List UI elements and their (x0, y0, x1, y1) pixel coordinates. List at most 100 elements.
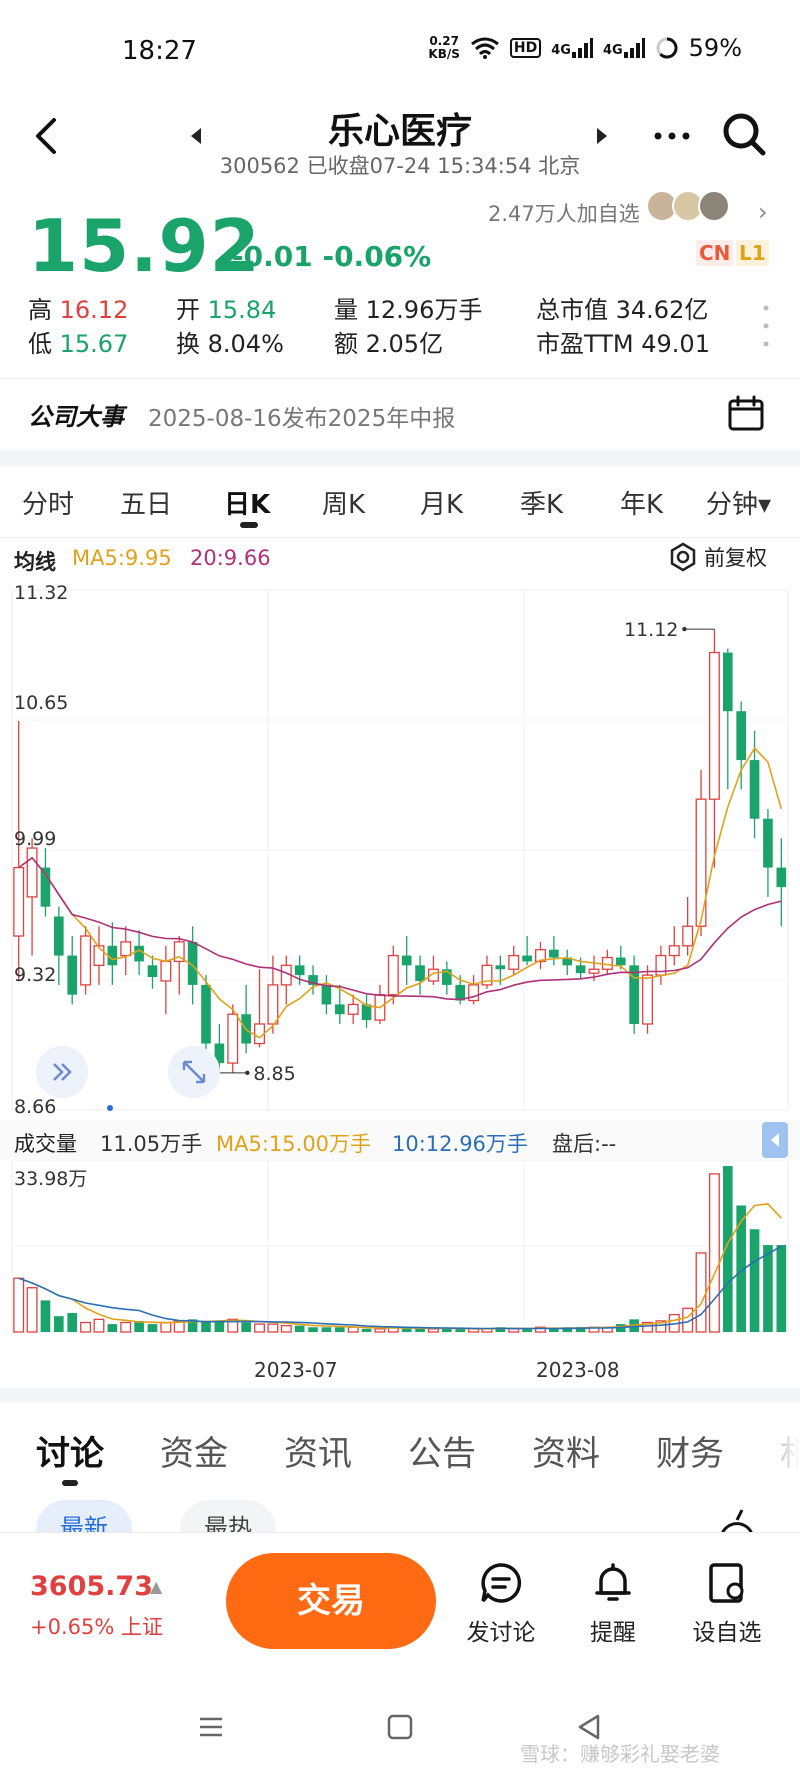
tab-five-day[interactable]: 五日 (120, 484, 172, 521)
candle (26, 847, 38, 898)
stat-high: 高 16.12 (28, 296, 129, 324)
tab-discussion[interactable]: 讨论 (36, 1426, 104, 1475)
y-tick-label: 9.99 (14, 828, 57, 850)
stat-amount: 额 2.05亿 (334, 330, 444, 358)
volume-bar (93, 1318, 105, 1333)
collapse-button[interactable] (36, 1046, 88, 1098)
watchlist-icon (709, 1563, 744, 1603)
expand-button[interactable] (168, 1046, 220, 1098)
low-marker-dot (245, 1070, 250, 1076)
candle (708, 651, 720, 800)
volume-bar (361, 1328, 372, 1332)
more-vertical-icon[interactable] (762, 302, 770, 350)
tab-funds[interactable]: 资金 (160, 1426, 228, 1475)
followers-count[interactable]: 2.47万人加自选 (488, 198, 640, 228)
alert-button[interactable]: 提醒 (568, 1561, 658, 1647)
volume-bar (415, 1328, 425, 1332)
tab-weekly-k[interactable]: 周K (322, 484, 365, 521)
candle (294, 965, 305, 976)
current-price: 15.92 (28, 204, 261, 288)
tab-daily-k[interactable]: 日K (224, 484, 270, 521)
tab-financials[interactable]: 财务 (656, 1426, 724, 1475)
volume-bar (120, 1321, 132, 1333)
candle (549, 949, 559, 958)
battery-level: 59% (688, 34, 742, 62)
stat-pe: 市盈TTM 49.01 (536, 330, 710, 358)
event-dot (107, 1105, 113, 1111)
ma20-line (18, 856, 782, 1001)
sort-icon[interactable] (712, 1500, 762, 1536)
kline-chart-area[interactable]: 11.12 8.85 (0, 580, 800, 1400)
volume-bar (40, 1300, 51, 1332)
candle (642, 974, 653, 1025)
kline-chart[interactable]: 11.12 8.85 (0, 580, 800, 1400)
volume-bar (214, 1320, 225, 1332)
tab-minute[interactable]: 分钟▾ (706, 484, 771, 521)
candle (401, 955, 412, 966)
chevron-right-icon[interactable]: › (758, 198, 768, 226)
content-tabs: 讨论 资金 资讯 公告 资料 财务 相 (0, 1402, 800, 1492)
candle (588, 968, 600, 974)
candle (67, 955, 78, 995)
adjust-toggle[interactable]: 前复权 (668, 542, 767, 572)
system-nav-bar: 雪球：赚够彩礼娶老婆 (0, 1690, 800, 1778)
candle (776, 867, 787, 888)
stat-volume: 量 12.96万手 (334, 296, 483, 324)
volume-max-label: 33.98万 (14, 1168, 88, 1190)
more-icon[interactable] (650, 116, 694, 156)
follower-avatars[interactable] (646, 190, 730, 222)
volume-bar (708, 1173, 720, 1333)
volume-bar (267, 1323, 279, 1333)
ma-label: 均线 (14, 550, 56, 574)
volume-bar (67, 1313, 78, 1332)
add-watchlist-button[interactable]: 设自选 (682, 1561, 772, 1647)
tab-intraday[interactable]: 分时 (22, 484, 74, 521)
volume-ma10-line (18, 1245, 782, 1330)
trade-button[interactable]: 交易 (226, 1553, 436, 1649)
menu-icon[interactable] (196, 1712, 226, 1742)
level-badge-l1: L1 (736, 240, 769, 266)
y-tick-label: 8.66 (14, 1096, 57, 1118)
tab-profile[interactable]: 资料 (532, 1426, 600, 1475)
status-icons: 0.27 KB/S HD 4G 4G 59% (428, 34, 742, 62)
volume-bar (549, 1328, 559, 1332)
volume-bar (749, 1229, 760, 1332)
tab-announcements[interactable]: 公告 (408, 1426, 476, 1475)
status-bar: 18:27 0.27 KB/S HD 4G 4G 59% (0, 0, 800, 100)
tab-yearly-k[interactable]: 年K (620, 484, 663, 521)
tab-quarterly-k[interactable]: 季K (520, 484, 563, 521)
candle (80, 935, 92, 986)
pill-hot[interactable]: 最热 (180, 1500, 276, 1536)
volume-bar (763, 1245, 773, 1332)
volume-panel-toggle[interactable] (762, 1122, 788, 1158)
bell-icon (595, 1563, 631, 1601)
candle (736, 711, 746, 761)
index-change[interactable]: +0.65% 上证 (30, 1611, 163, 1641)
price-change: -0.01 -0.06% (232, 240, 432, 273)
volume-bar (522, 1328, 532, 1332)
y-tick-label: 9.32 (14, 964, 57, 986)
volume-after-hours: 盘后:-- (552, 1132, 617, 1156)
calendar-icon[interactable] (726, 393, 766, 433)
candle (201, 984, 211, 1044)
y-tick-label: 11.32 (14, 582, 69, 604)
candle (415, 965, 425, 981)
next-stock-icon[interactable] (594, 126, 610, 146)
post-discussion-button[interactable]: 发讨论 (456, 1561, 546, 1647)
volume-legend: 成交量 11.05万手 MA5:15.00万手 10:12.96万手 盘后:-- (0, 1120, 800, 1160)
pill-latest[interactable]: 最新 (36, 1500, 132, 1536)
tab-news[interactable]: 资讯 (284, 1426, 352, 1475)
candle (227, 1013, 239, 1064)
volume-bar (776, 1245, 787, 1332)
candle (147, 965, 158, 978)
index-value[interactable]: 3605.73 (30, 1571, 153, 1602)
tab-monthly-k[interactable]: 月K (420, 484, 463, 521)
volume-bar (160, 1321, 172, 1333)
tab-indicator (62, 1480, 78, 1486)
company-event[interactable]: 公司大事 2025-08-16发布2025年中报 (0, 378, 800, 448)
event-text: 2025-08-16发布2025年中报 (148, 406, 456, 432)
search-icon[interactable] (720, 110, 768, 158)
home-icon[interactable] (386, 1712, 414, 1742)
candle (749, 760, 760, 819)
volume-bar (54, 1316, 64, 1332)
